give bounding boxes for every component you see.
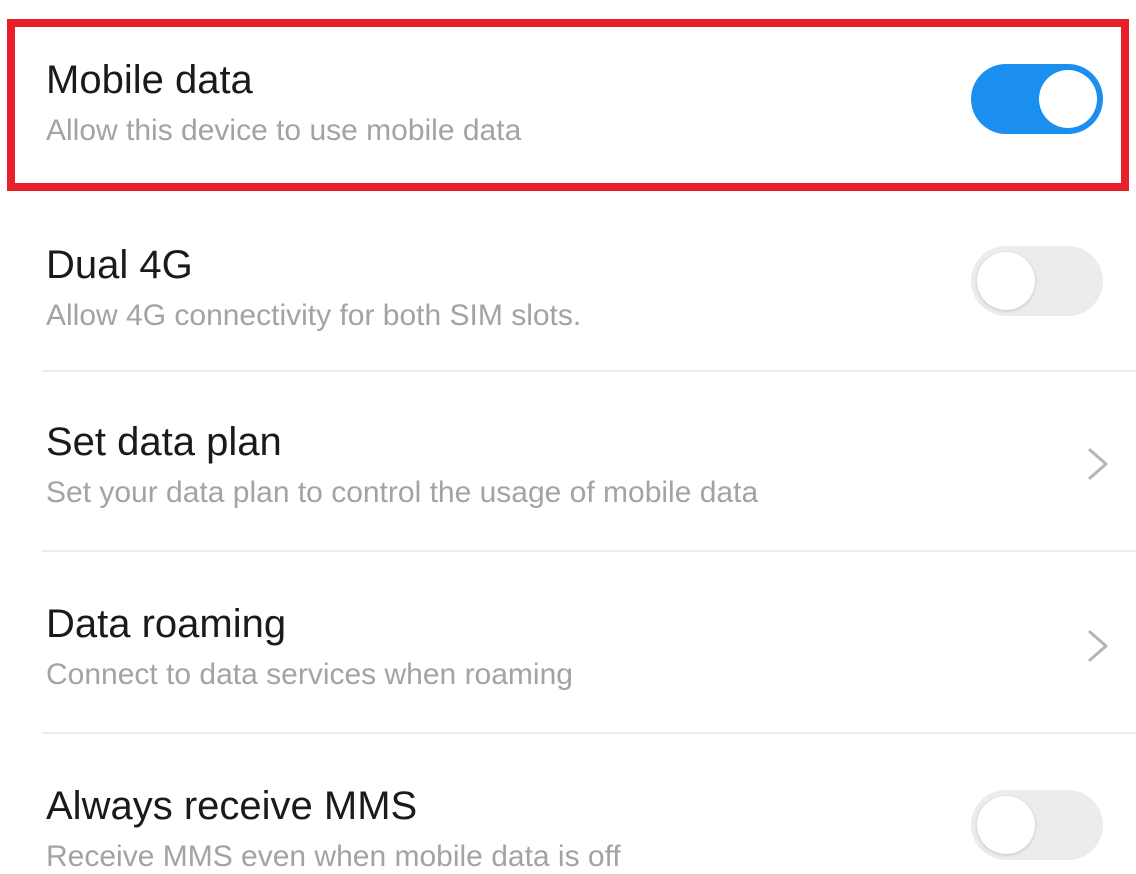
setting-title: Set data plan: [46, 420, 282, 464]
setting-subtitle: Set your data plan to control the usage …: [46, 476, 759, 509]
setting-subtitle: Allow this device to use mobile data: [46, 114, 522, 147]
setting-row-data-roaming[interactable]: Data roaming Connect to data services wh…: [0, 552, 1136, 732]
setting-subtitle: Receive MMS even when mobile data is off: [46, 840, 621, 873]
setting-row-dual-4g[interactable]: Dual 4G Allow 4G connectivity for both S…: [0, 195, 1136, 370]
setting-subtitle: Allow 4G connectivity for both SIM slots…: [46, 299, 582, 332]
chevron-right-icon: [1088, 630, 1108, 662]
setting-title: Mobile data: [46, 58, 253, 102]
setting-row-mobile-data[interactable]: Mobile data Allow this device to use mob…: [0, 0, 1136, 195]
chevron-right-icon: [1088, 448, 1108, 480]
toggle-knob: [1039, 70, 1097, 128]
setting-title: Dual 4G: [46, 243, 193, 287]
toggle-knob: [977, 252, 1035, 310]
setting-title: Data roaming: [46, 602, 287, 646]
settings-list: Mobile data Allow this device to use mob…: [0, 0, 1136, 874]
setting-row-always-receive-mms[interactable]: Always receive MMS Receive MMS even when…: [0, 734, 1136, 874]
dual-4g-toggle[interactable]: [971, 246, 1103, 316]
mobile-data-toggle[interactable]: [971, 64, 1103, 134]
toggle-knob: [977, 796, 1035, 854]
setting-title: Always receive MMS: [46, 784, 418, 828]
setting-row-set-data-plan[interactable]: Set data plan Set your data plan to cont…: [0, 372, 1136, 550]
always-receive-mms-toggle[interactable]: [971, 790, 1103, 860]
setting-subtitle: Connect to data services when roaming: [46, 658, 573, 691]
